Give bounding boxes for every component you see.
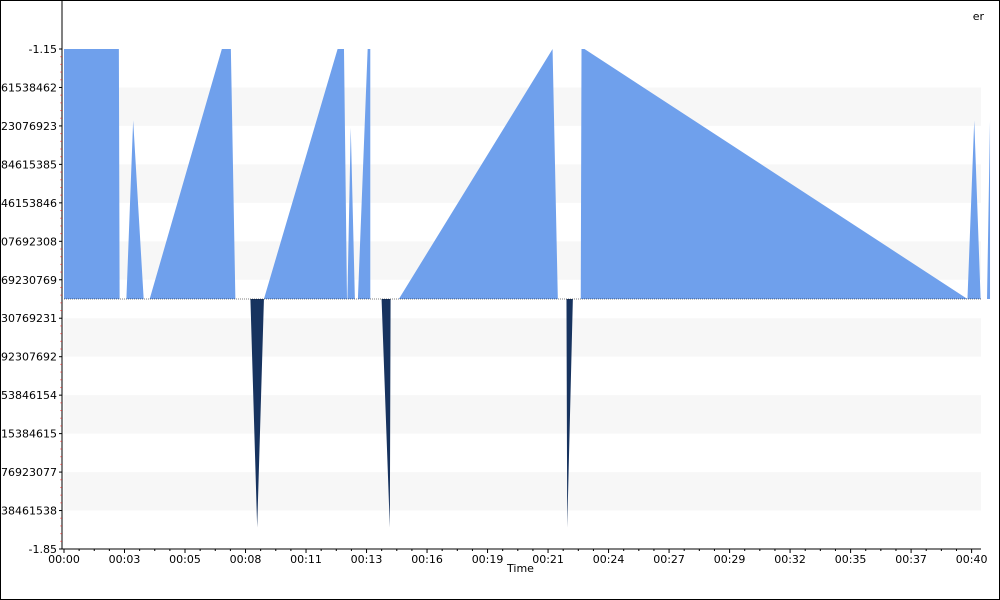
x-tick-label: 00:13	[351, 553, 383, 566]
background-band	[64, 395, 981, 434]
y-tick-label: 4615384615	[1, 428, 57, 441]
x-tick-label: 00:03	[109, 553, 141, 566]
y-tick-label: 9230769231	[1, 312, 57, 325]
x-tick-label: 00:37	[895, 553, 927, 566]
chart-svg: -1.15 8461538462 6923076923 5384615385 38461…	[1, 1, 991, 575]
y-axis: -1.15 8461538462 6923076923 5384615385 38461…	[1, 1, 63, 556]
x-tick-label: 00:11	[290, 553, 322, 566]
legend-label: er	[973, 10, 985, 23]
y-tick-label: 8461538462	[1, 81, 57, 94]
y-tick-label: 0769230769	[1, 274, 57, 287]
y-tick-label: 3076923077	[1, 466, 57, 479]
x-tick-label: 00:29	[714, 553, 746, 566]
y-tick-label: -1.15	[29, 43, 57, 56]
background-band	[64, 318, 981, 357]
x-tick-label: 00:21	[532, 553, 564, 566]
x-tick-label: 00:32	[774, 553, 806, 566]
y-tick-label: 3846153846	[1, 197, 57, 210]
chart-frame: -1.15 8461538462 6923076923 5384615385 38461…	[0, 0, 1000, 600]
x-tick-label: 00:40	[956, 553, 988, 566]
x-tick-label: 00:24	[593, 553, 625, 566]
background-band	[64, 472, 981, 511]
y-tick-label: 6923076923	[1, 120, 57, 133]
x-tick-label: 00:19	[472, 553, 504, 566]
x-tick-label: 00:27	[653, 553, 685, 566]
y-tick-label: 6153846154	[1, 389, 57, 402]
y-tick-label: 1538461538	[1, 505, 57, 518]
x-tick-label: 00:00	[48, 553, 80, 566]
y-tick-label: 5384615385	[1, 158, 57, 171]
x-tick-label: 00:35	[835, 553, 867, 566]
x-axis-title: Time	[506, 562, 534, 575]
x-tick-label: 00:16	[411, 553, 443, 566]
y-tick-label: 7692307692	[1, 351, 57, 364]
x-tick-label: 00:08	[230, 553, 262, 566]
x-tick-label: 00:05	[169, 553, 201, 566]
y-tick-label: 2307692308	[1, 235, 57, 248]
